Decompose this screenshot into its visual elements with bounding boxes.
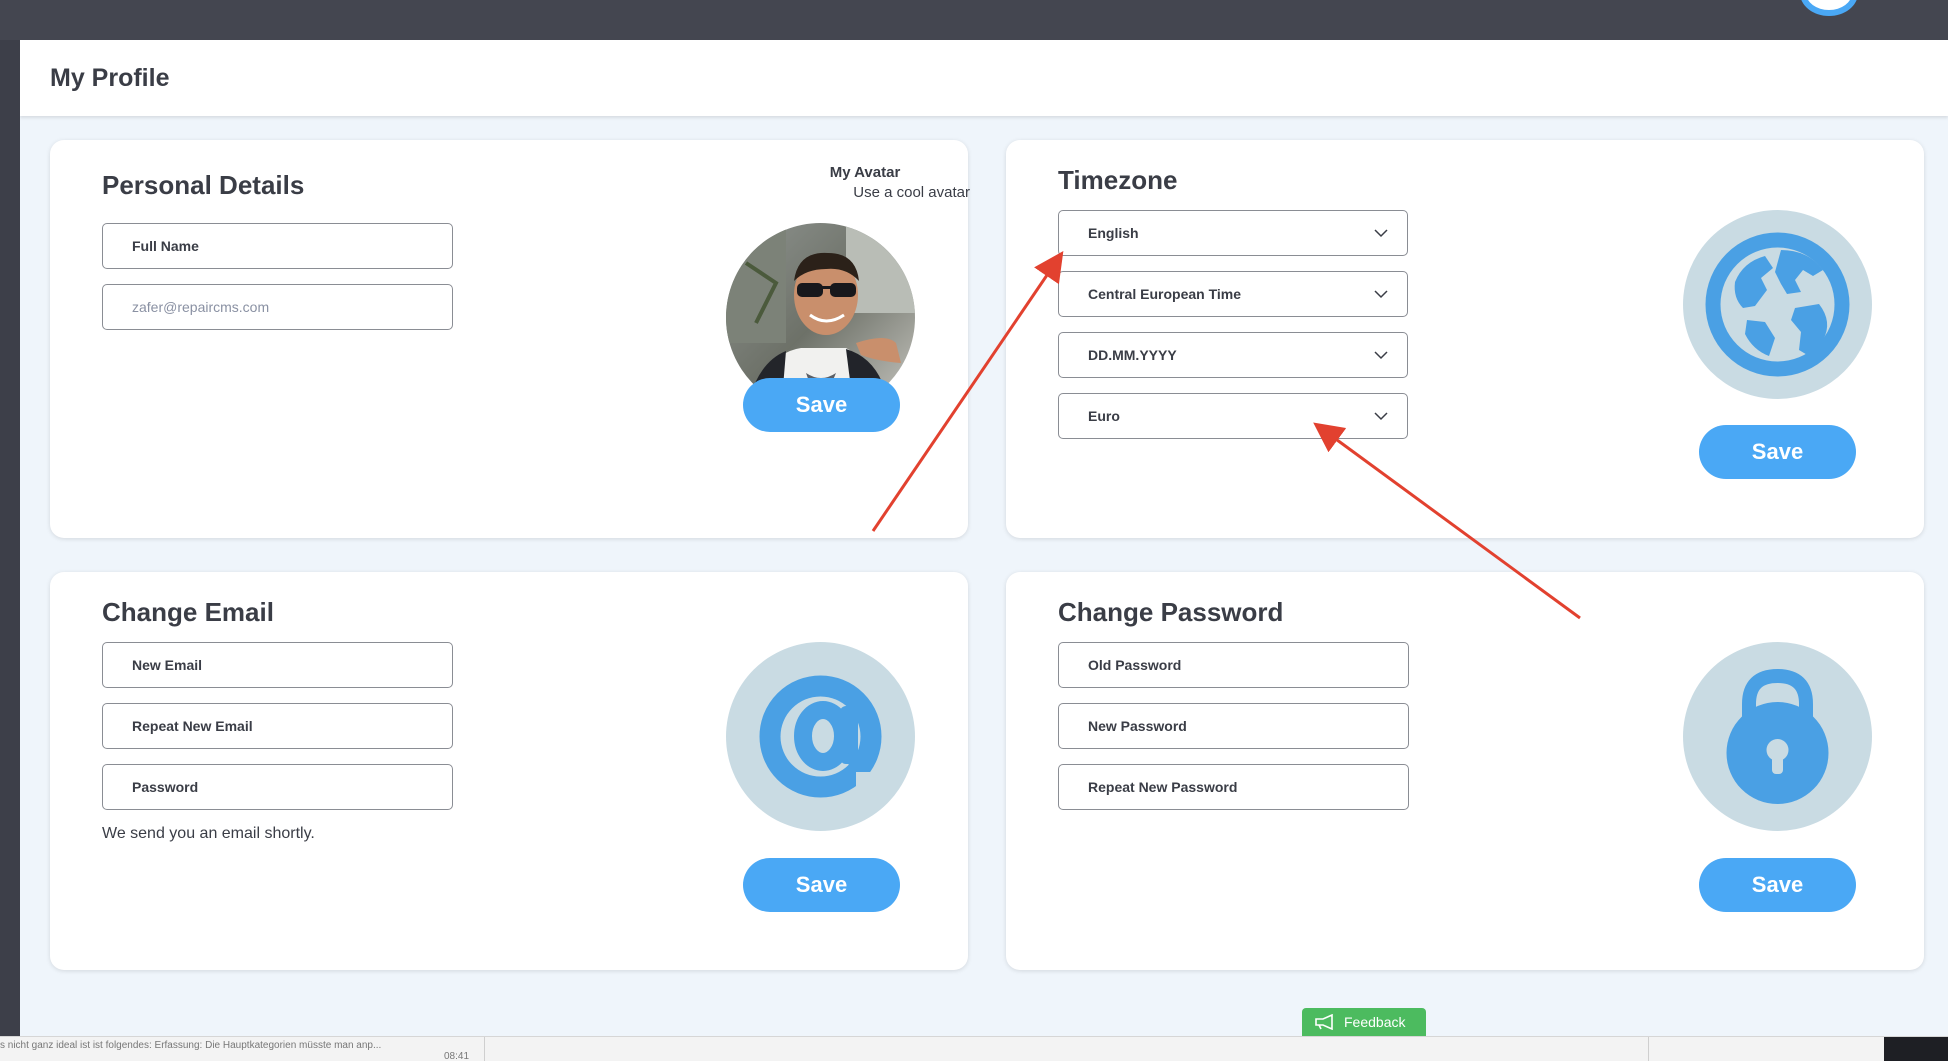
background-dark-panel xyxy=(1884,1037,1948,1061)
timezone-select-value: Central European Time xyxy=(1088,286,1242,302)
background-message-snippet: s nicht ganz ideal ist ist folgendes: Er… xyxy=(0,1040,382,1051)
timezone-select[interactable]: Central European Time xyxy=(1058,271,1408,317)
chevron-down-icon xyxy=(1374,290,1388,299)
megaphone-icon xyxy=(1315,1014,1333,1030)
new-password-field[interactable]: New Password xyxy=(1058,703,1409,749)
feedback-button[interactable]: Feedback xyxy=(1302,1008,1426,1036)
currency-select-value: Euro xyxy=(1088,408,1120,424)
repeat-password-field[interactable]: Repeat New Password xyxy=(1058,764,1409,810)
currency-select[interactable]: Euro xyxy=(1058,393,1408,439)
background-window-strip: s nicht ganz ideal ist ist folgendes: Er… xyxy=(0,1036,1948,1061)
personal-details-title: Personal Details xyxy=(102,170,305,200)
divider xyxy=(1648,1037,1649,1061)
timezone-card: Timezone English Central European Time D… xyxy=(1006,140,1924,538)
left-sidebar-strip xyxy=(0,40,20,1040)
feedback-label: Feedback xyxy=(1344,1014,1406,1030)
profile-page: My Profile Personal Details Full Name za… xyxy=(20,40,1948,1036)
change-password-card: Change Password Old Password New Passwor… xyxy=(1006,572,1924,970)
globe-icon xyxy=(1683,210,1872,399)
language-select-value: English xyxy=(1088,225,1139,241)
old-password-field[interactable]: Old Password xyxy=(1058,642,1409,688)
email-field[interactable]: zafer@repaircms.com xyxy=(102,284,453,330)
at-sign-icon xyxy=(726,642,915,831)
timezone-title: Timezone xyxy=(1058,165,1178,195)
avatar-subtitle: Use a cool avatar xyxy=(853,184,970,201)
date-format-select[interactable]: DD.MM.YYYY xyxy=(1058,332,1408,378)
change-email-title: Change Email xyxy=(102,597,274,627)
divider xyxy=(484,1037,485,1061)
date-format-select-value: DD.MM.YYYY xyxy=(1088,347,1177,363)
personal-details-save-button[interactable]: Save xyxy=(743,378,900,432)
page-title: My Profile xyxy=(50,64,170,92)
full-name-field[interactable]: Full Name xyxy=(102,223,453,269)
new-email-field[interactable]: New Email xyxy=(102,642,453,688)
avatar-title: My Avatar xyxy=(829,164,901,181)
change-email-card: Change Email New Email Repeat New Email … xyxy=(50,572,968,970)
page-header: My Profile xyxy=(20,40,1948,116)
chevron-down-icon xyxy=(1374,229,1388,238)
chevron-down-icon xyxy=(1374,412,1388,421)
background-message-time: 08:41 xyxy=(444,1051,470,1061)
chevron-down-icon xyxy=(1374,351,1388,360)
user-avatar-button[interactable] xyxy=(1800,0,1858,16)
lock-icon xyxy=(1683,642,1872,831)
language-select[interactable]: English xyxy=(1058,210,1408,256)
change-password-title: Change Password xyxy=(1058,597,1284,627)
repeat-email-field[interactable]: Repeat New Email xyxy=(102,703,453,749)
email-password-field[interactable]: Password xyxy=(102,764,453,810)
email-note: We send you an email shortly. xyxy=(102,825,315,842)
change-email-save-button[interactable]: Save xyxy=(743,858,900,912)
top-bar xyxy=(0,0,1948,40)
timezone-save-button[interactable]: Save xyxy=(1699,425,1856,479)
change-password-save-button[interactable]: Save xyxy=(1699,858,1856,912)
personal-details-card: Personal Details Full Name zafer@repairc… xyxy=(50,140,970,538)
